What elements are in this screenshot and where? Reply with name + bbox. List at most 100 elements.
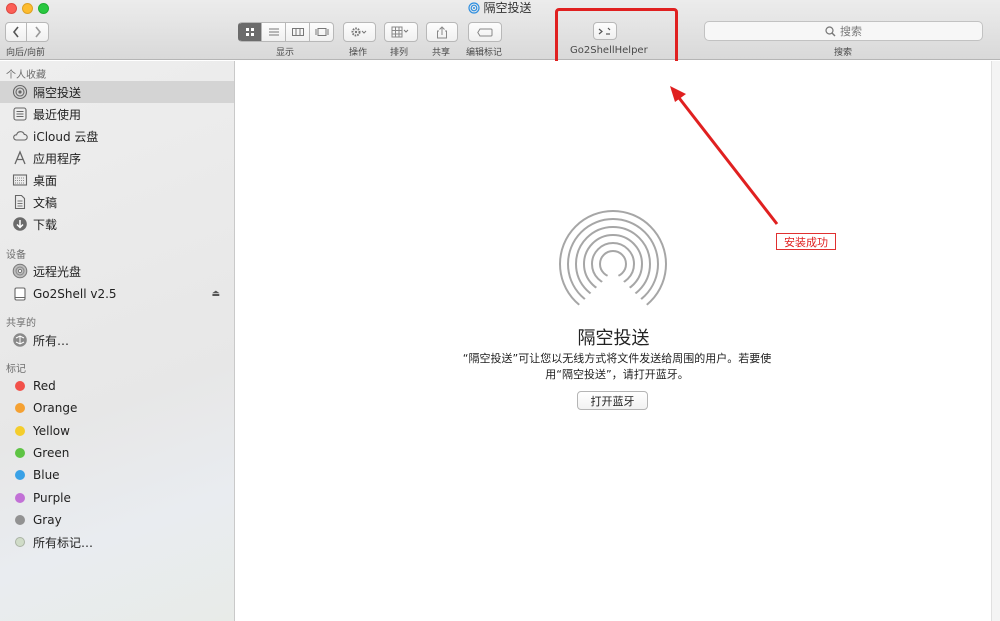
tag-color-dot-icon bbox=[15, 492, 25, 503]
tag-color-dot-icon bbox=[15, 470, 25, 481]
sidebar-item-tag[interactable]: Green bbox=[0, 442, 234, 464]
view-mode-selector[interactable] bbox=[238, 22, 334, 42]
arrange-button[interactable] bbox=[384, 22, 418, 42]
tags-header: 标记 bbox=[6, 364, 26, 375]
sidebar-item-label: Go2Shell v2.5 bbox=[33, 287, 117, 301]
sidebar-item-tag[interactable]: Blue bbox=[0, 464, 234, 486]
sidebar-item-label: 桌面 bbox=[33, 173, 58, 188]
share-icon bbox=[437, 25, 447, 38]
tag-color-dot-icon bbox=[15, 425, 25, 436]
sidebar-item-go2shell-volume[interactable]: Go2Shell v2.5 ⏏ bbox=[0, 283, 234, 305]
tags-label: 编辑标记 bbox=[466, 48, 503, 58]
network-icon bbox=[12, 332, 28, 348]
columns-icon bbox=[291, 28, 304, 36]
tag-color-dot-icon bbox=[15, 403, 25, 414]
edit-tags-button[interactable] bbox=[468, 22, 502, 42]
sidebar-item-label: 文稿 bbox=[33, 195, 58, 210]
annotation-arrow bbox=[670, 86, 779, 225]
airdrop-radar-icon bbox=[559, 210, 667, 318]
gallery-icon bbox=[315, 28, 328, 36]
action-button[interactable] bbox=[343, 22, 376, 42]
sidebar-item-label: 下载 bbox=[33, 217, 58, 232]
gear-icon bbox=[351, 27, 366, 37]
sidebar-item-tag[interactable]: Red bbox=[0, 375, 234, 397]
sidebar-item-tag[interactable]: 所有标记… bbox=[0, 531, 234, 553]
sidebar-item-label: Purple bbox=[33, 490, 71, 505]
airdrop-description: “隔空投送”可让您以无线方式将文件发送给周围的用户。若要使用“隔空投送”，请打开… bbox=[462, 352, 772, 381]
share-button[interactable] bbox=[426, 22, 458, 42]
sidebar-item-label: Gray bbox=[33, 512, 62, 527]
airdrop-icon bbox=[12, 84, 28, 100]
sidebar-item-remote-disc[interactable]: 远程光盘 bbox=[0, 260, 234, 282]
sidebar-item-tag[interactable]: Purple bbox=[0, 487, 234, 509]
drive-icon bbox=[12, 286, 28, 302]
sidebar-item-desktop[interactable]: 桌面 bbox=[0, 169, 234, 191]
sidebar: 个人收藏 隔空投送 最近使用 iCloud 云盘 应用程序 桌面 文稿 下载 设… bbox=[0, 61, 235, 621]
forward-button[interactable] bbox=[27, 22, 49, 42]
devices-header: 设备 bbox=[6, 250, 26, 261]
tag-color-dot-icon bbox=[15, 447, 25, 458]
share-label: 共享 bbox=[432, 48, 451, 58]
tag-color-dot-icon bbox=[15, 537, 25, 548]
sidebar-item-documents[interactable]: 文稿 bbox=[0, 191, 234, 213]
sidebar-item-label: 所有… bbox=[33, 333, 70, 348]
chevron-right-icon bbox=[34, 26, 41, 38]
airdrop-title: 隔空投送 bbox=[577, 328, 650, 349]
arrange-label: 排列 bbox=[390, 48, 409, 58]
search-placeholder: 搜索 bbox=[840, 25, 862, 38]
sidebar-item-applications[interactable]: 应用程序 bbox=[0, 147, 234, 169]
disc-icon bbox=[12, 263, 28, 279]
documents-icon bbox=[12, 194, 28, 210]
chevron-left-icon bbox=[12, 26, 19, 38]
sidebar-item-icloud[interactable]: iCloud 云盘 bbox=[0, 125, 234, 147]
main-content: 隔空投送 “隔空投送”可让您以无线方式将文件发送给周围的用户。若要使用“隔空投送… bbox=[236, 61, 991, 619]
action-label: 操作 bbox=[349, 48, 368, 58]
view-label: 显示 bbox=[276, 48, 295, 58]
sidebar-item-label: Orange bbox=[33, 401, 78, 416]
sidebar-item-label: 所有标记… bbox=[33, 535, 94, 550]
tag-color-dot-icon bbox=[15, 381, 25, 391]
sidebar-item-label: iCloud 云盘 bbox=[33, 129, 99, 144]
sidebar-item-downloads[interactable]: 下载 bbox=[0, 213, 234, 235]
nav-label: 向后/向前 bbox=[6, 48, 46, 58]
sidebar-item-label: Blue bbox=[33, 468, 60, 483]
tag-color-dot-icon bbox=[15, 514, 25, 525]
sidebar-item-label: Yellow bbox=[33, 423, 70, 438]
shared-header: 共享的 bbox=[6, 318, 36, 329]
scrollbar[interactable] bbox=[991, 61, 1000, 621]
gallery-view-button[interactable] bbox=[310, 22, 334, 42]
list-icon bbox=[268, 28, 279, 36]
cloud-icon bbox=[12, 128, 28, 144]
tag-icon bbox=[477, 28, 493, 36]
column-view-button[interactable] bbox=[286, 22, 310, 42]
window-title-bar: 隔空投送 bbox=[0, 1, 1000, 15]
sidebar-item-all-shared[interactable]: 所有… bbox=[0, 329, 234, 351]
sidebar-item-label: Red bbox=[33, 379, 56, 393]
window-title: 隔空投送 bbox=[483, 1, 532, 15]
desktop-icon bbox=[12, 172, 28, 188]
search-label: 搜索 bbox=[834, 48, 853, 58]
eject-icon[interactable]: ⏏ bbox=[211, 289, 220, 299]
sidebar-item-tag[interactable]: Orange bbox=[0, 397, 234, 419]
favorites-header: 个人收藏 bbox=[6, 70, 46, 81]
sidebar-item-tag[interactable]: Gray bbox=[0, 509, 234, 531]
sidebar-item-airdrop[interactable]: 隔空投送 bbox=[0, 81, 234, 103]
list-view-button[interactable] bbox=[262, 22, 286, 42]
airdrop-icon bbox=[468, 2, 481, 17]
toolbar: 隔空投送 向后/向前 显示 操作 排列 共享 编辑标记 Go2ShellHelp… bbox=[0, 0, 1000, 60]
sidebar-item-label: 远程光盘 bbox=[33, 264, 82, 279]
sidebar-item-recents[interactable]: 最近使用 bbox=[0, 103, 234, 125]
search-field[interactable]: 搜索 bbox=[704, 21, 983, 41]
back-button[interactable] bbox=[5, 22, 27, 42]
sidebar-item-tag[interactable]: Yellow bbox=[0, 420, 234, 442]
sidebar-item-label: 应用程序 bbox=[33, 151, 82, 166]
arrange-icon bbox=[391, 26, 409, 38]
downloads-icon bbox=[12, 216, 28, 232]
grid-icon bbox=[246, 28, 254, 36]
icon-view-button[interactable] bbox=[238, 22, 262, 42]
sidebar-item-label: 隔空投送 bbox=[33, 85, 82, 100]
sidebar-item-label: Green bbox=[33, 445, 70, 460]
install-success-label: 安装成功 bbox=[776, 233, 836, 250]
applications-icon bbox=[12, 150, 28, 166]
turn-on-bluetooth-button[interactable]: 打开蓝牙 bbox=[577, 391, 648, 410]
